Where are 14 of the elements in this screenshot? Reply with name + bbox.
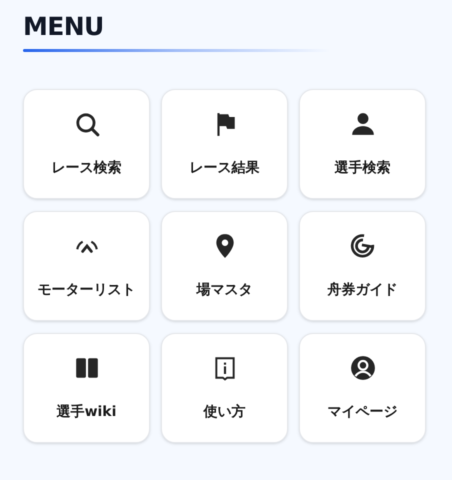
menu-card[interactable]: 使い方 [161, 333, 288, 443]
menu-card[interactable]: 選手検索 [299, 89, 426, 199]
menu-card[interactable]: レース検索 [23, 89, 150, 199]
menu-heading: MENU [23, 12, 104, 42]
target-icon [350, 233, 376, 259]
menu-card[interactable]: 場マスタ [161, 211, 288, 321]
user-circle-icon [350, 355, 376, 381]
menu-card[interactable]: 舟券ガイド [299, 211, 426, 321]
menu-card[interactable]: レース結果 [161, 89, 288, 199]
menu-card[interactable]: マイページ [299, 333, 426, 443]
menu-card[interactable]: モーターリスト [23, 211, 150, 321]
menu-card[interactable]: 選手wiki [23, 333, 150, 443]
search-icon [74, 111, 100, 137]
person-icon [350, 111, 376, 137]
